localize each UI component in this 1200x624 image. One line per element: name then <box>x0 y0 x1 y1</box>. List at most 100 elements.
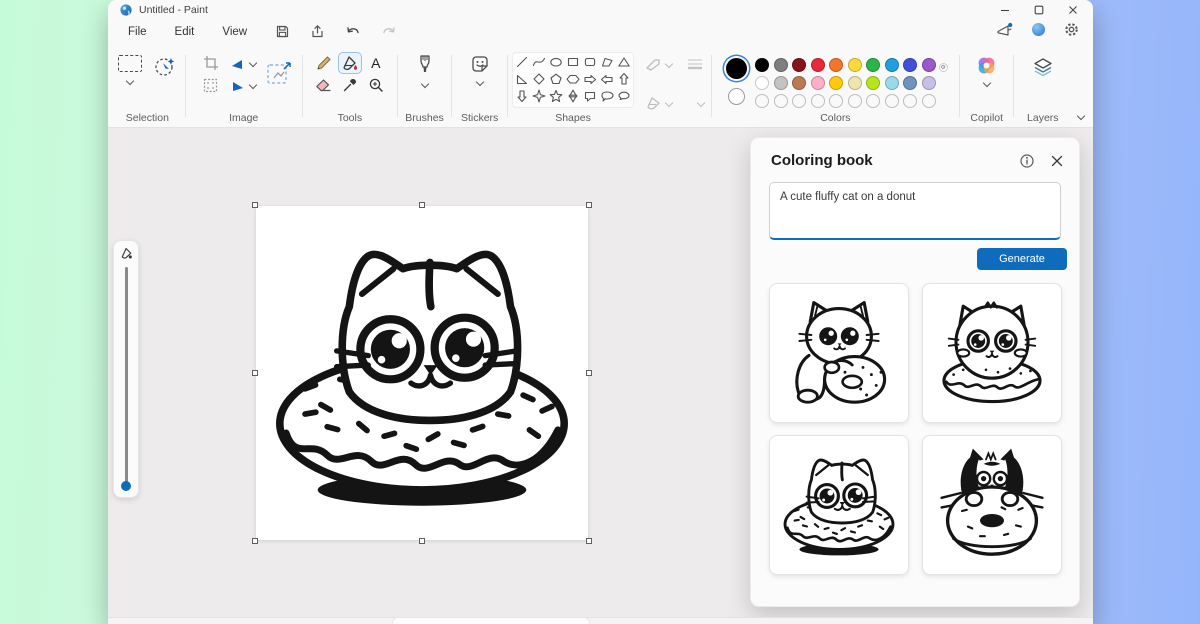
account-globe-icon[interactable] <box>1032 23 1045 41</box>
shape-right-triangle-icon[interactable] <box>514 71 531 88</box>
eraser-icon[interactable] <box>312 74 336 96</box>
shape-partial-2-icon[interactable] <box>531 105 548 108</box>
panel-close-icon[interactable] <box>1051 155 1063 167</box>
brush-icon[interactable] <box>416 54 434 76</box>
palette-swatch[interactable] <box>903 58 917 72</box>
shape-five-point-star-icon[interactable] <box>548 88 565 105</box>
palette-swatch[interactable] <box>829 76 843 90</box>
selection-handle-sw[interactable] <box>252 538 258 544</box>
palette-swatch-empty[interactable] <box>774 94 788 108</box>
shape-four-point-star-icon[interactable] <box>531 88 548 105</box>
rectangle-select-icon[interactable] <box>118 55 142 72</box>
shape-six-point-star-icon[interactable] <box>565 88 582 105</box>
selection-handle-w[interactable] <box>252 370 258 376</box>
shape-rectangle-icon[interactable] <box>565 54 582 71</box>
thumbnail-card-4[interactable] <box>922 435 1062 575</box>
prompt-input[interactable]: A cute fluffy cat on a donut <box>769 182 1061 240</box>
selection-handle-ne[interactable] <box>586 202 592 208</box>
palette-swatch[interactable] <box>922 58 936 72</box>
palette-swatch-empty[interactable] <box>903 94 917 108</box>
rotate-icon[interactable] <box>227 52 261 74</box>
feedback-icon[interactable] <box>996 22 1013 42</box>
shape-speech-bubble-icon[interactable] <box>582 88 599 105</box>
shape-line-icon[interactable] <box>514 54 531 71</box>
minimize-button[interactable] <box>999 4 1011 16</box>
shape-oval-speech-icon[interactable] <box>599 88 616 105</box>
color1-swatch[interactable] <box>726 58 747 79</box>
slider-thumb[interactable] <box>121 481 131 491</box>
eyedropper-icon[interactable] <box>338 74 362 96</box>
shape-curve-icon[interactable] <box>531 54 548 71</box>
palette-swatch[interactable] <box>866 58 880 72</box>
ai-select-icon[interactable] <box>154 55 176 77</box>
shape-right-arrow-icon[interactable] <box>582 71 599 88</box>
palette-swatch[interactable] <box>774 76 788 90</box>
shape-oval-icon[interactable] <box>548 54 565 71</box>
shape-thickness-icon[interactable] <box>686 57 704 71</box>
palette-swatch[interactable] <box>829 58 843 72</box>
text-tool-icon[interactable]: A <box>364 52 388 74</box>
palette-swatch[interactable] <box>848 58 862 72</box>
palette-swatch-empty[interactable] <box>885 94 899 108</box>
canvas[interactable] <box>256 206 588 540</box>
crop-icon[interactable] <box>199 52 223 74</box>
selection-handle-n[interactable] <box>419 202 425 208</box>
palette-swatch[interactable] <box>922 76 936 90</box>
thumbnail-card-2[interactable] <box>922 283 1062 423</box>
shape-fill-icon[interactable] <box>645 96 662 110</box>
flip-icon[interactable] <box>227 74 261 96</box>
image-resize-icon[interactable] <box>266 61 292 87</box>
share-icon[interactable] <box>310 24 325 39</box>
fill-bucket-icon[interactable] <box>338 52 362 74</box>
ribbon-collapse-chevron[interactable] <box>1077 112 1085 120</box>
palette-swatch-empty[interactable] <box>811 94 825 108</box>
shape-polygon-icon[interactable] <box>599 54 616 71</box>
palette-swatch[interactable] <box>848 76 862 90</box>
generate-button[interactable]: Generate <box>977 248 1067 270</box>
menu-view[interactable]: View <box>208 22 261 42</box>
shape-partial-1-icon[interactable] <box>514 105 531 108</box>
copilot-icon[interactable] <box>976 55 997 76</box>
undo-icon[interactable] <box>345 25 361 39</box>
info-icon[interactable] <box>1020 154 1034 168</box>
palette-swatch[interactable] <box>792 76 806 90</box>
thumbnail-card-1[interactable] <box>769 283 909 423</box>
menu-file[interactable]: File <box>114 22 161 42</box>
redo-icon[interactable] <box>381 25 397 39</box>
sticker-icon[interactable] <box>470 54 490 74</box>
palette-swatch[interactable] <box>774 58 788 72</box>
resize-pattern-icon[interactable] <box>199 74 223 96</box>
palette-swatch[interactable] <box>792 58 806 72</box>
selection-handle-se[interactable] <box>586 538 592 544</box>
copilot-chevron[interactable] <box>982 79 990 87</box>
shape-rounded-rectangle-icon[interactable] <box>582 54 599 71</box>
palette-swatch[interactable] <box>811 58 825 72</box>
palette-swatch-empty[interactable] <box>866 94 880 108</box>
palette-swatch-empty[interactable] <box>792 94 806 108</box>
palette-swatch[interactable] <box>755 76 769 90</box>
stickers-chevron[interactable] <box>475 78 483 86</box>
palette-swatch-empty[interactable] <box>922 94 936 108</box>
palette-swatch[interactable] <box>866 76 880 90</box>
maximize-button[interactable] <box>1033 4 1045 16</box>
pencil-icon[interactable] <box>312 52 336 74</box>
menu-edit[interactable]: Edit <box>161 22 209 42</box>
layers-icon[interactable] <box>1032 56 1054 78</box>
shape-diamond-icon[interactable] <box>531 71 548 88</box>
shape-hexagon-icon[interactable] <box>565 71 582 88</box>
shape-thought-bubble-icon[interactable] <box>616 88 633 105</box>
selection-dropdown-chevron[interactable] <box>126 77 134 85</box>
palette-swatch[interactable] <box>903 76 917 90</box>
palette-swatch[interactable] <box>811 76 825 90</box>
selection-handle-s[interactable] <box>419 538 425 544</box>
shape-left-arrow-icon[interactable] <box>599 71 616 88</box>
palette-swatch[interactable] <box>885 58 899 72</box>
palette-swatch-empty[interactable] <box>755 94 769 108</box>
palette-swatch[interactable] <box>885 76 899 90</box>
shape-pentagon-icon[interactable] <box>548 71 565 88</box>
palette-swatch-empty[interactable] <box>848 94 862 108</box>
shape-down-arrow-icon[interactable] <box>514 88 531 105</box>
color2-swatch[interactable] <box>728 88 745 105</box>
slider-track[interactable] <box>125 267 128 483</box>
palette-swatch-empty[interactable] <box>829 94 843 108</box>
